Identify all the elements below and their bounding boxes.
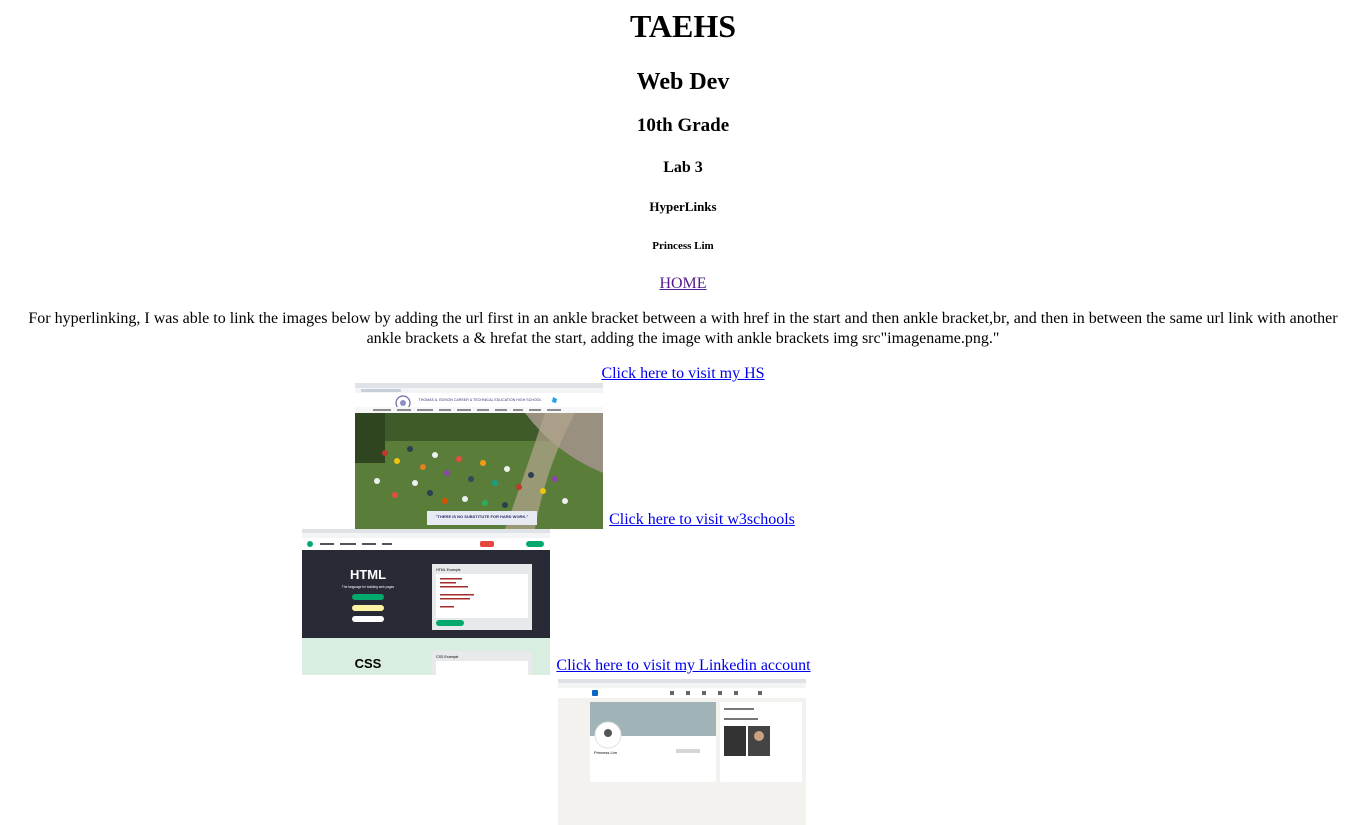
w3schools-link[interactable]: Click here to visit w3schools: [609, 511, 795, 528]
linkedin-profile-name: Princess Lim: [594, 750, 618, 755]
w3-css-heading: CSS: [355, 656, 382, 671]
description-paragraph: For hyperlinking, I was able to link the…: [28, 310, 1338, 347]
hs-banner-text: THOMAS A. EDISON CAREER & TECHNICAL EDUC…: [419, 398, 542, 402]
w3schools-screenshot-image[interactable]: HTML The language for building web pages…: [302, 529, 553, 675]
hs-link[interactable]: Click here to visit my HS: [601, 365, 764, 382]
w3-html-sub: The language for building web pages: [342, 585, 395, 589]
hs-quote-text: "THERE IS NO SUBSTITUTE FOR HARD WORK.": [436, 514, 529, 519]
grade-heading: 10th Grade: [636, 115, 730, 136]
home-link[interactable]: HOME: [659, 275, 706, 292]
page-title: TAEHS: [629, 8, 737, 44]
hs-screenshot-image[interactable]: THOMAS A. EDISON CAREER & TECHNICAL EDUC…: [355, 383, 606, 529]
linkedin-screenshot-image[interactable]: Princess Lim: [558, 679, 808, 825]
author-heading: Princess Lim: [652, 240, 714, 252]
lab-heading: Lab 3: [663, 159, 703, 176]
course-heading: Web Dev: [636, 69, 730, 95]
w3-css-example-heading: CSS Example: [436, 655, 458, 659]
w3-example-heading: HTML Example: [436, 568, 461, 572]
w3-html-heading: HTML: [350, 567, 386, 582]
linkedin-link[interactable]: Click here to visit my Linkedin account: [556, 657, 810, 674]
links-section: Click here to visit my HS THOMAS A. EDIS…: [0, 365, 1366, 825]
home-nav: HOME: [0, 275, 1366, 293]
topic-heading: HyperLinks: [649, 199, 717, 214]
